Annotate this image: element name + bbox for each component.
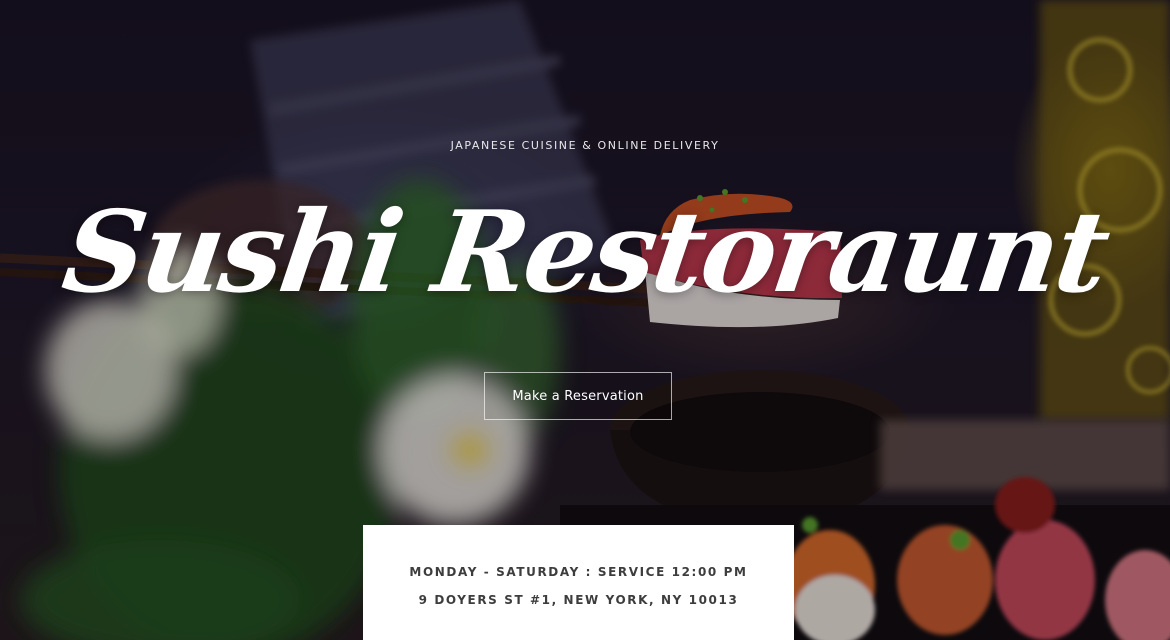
address: 9 DOYERS ST #1, NEW YORK, NY 10013 bbox=[418, 593, 739, 607]
info-card: MONDAY - SATURDAY : SERVICE 12:00 PM 9 D… bbox=[363, 525, 794, 640]
opening-hours: MONDAY - SATURDAY : SERVICE 12:00 PM bbox=[409, 565, 748, 579]
hero-title: Sushi Restoraunt bbox=[55, 187, 1115, 318]
make-reservation-button[interactable]: Make a Reservation bbox=[484, 372, 672, 420]
hero-tagline: JAPANESE CUISINE & ONLINE DELIVERY bbox=[450, 139, 720, 152]
